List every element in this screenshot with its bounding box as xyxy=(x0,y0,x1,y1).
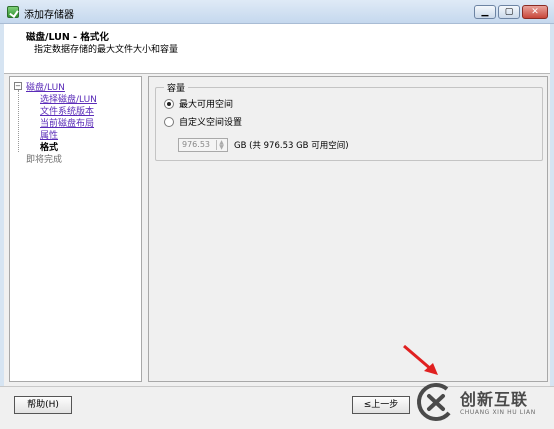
capacity-group: 容量 最大可用空间 自定义空间设置 976.53 ▲ ▼ GB (共 976.5… xyxy=(155,81,543,161)
back-button[interactable]: ≤上一步 xyxy=(352,396,410,414)
option-max-space[interactable]: 最大可用空间 xyxy=(164,97,233,110)
watermark-logo: 创新互联 CHUANG XIN HU LIAN xyxy=(416,378,554,428)
minimize-icon: ▁ xyxy=(481,7,489,17)
capacity-stepper[interactable]: 976.53 ▲ ▼ xyxy=(178,138,228,152)
window-title: 添加存储器 xyxy=(24,10,74,21)
help-button[interactable]: 帮助(H) xyxy=(14,396,72,414)
wizard-steps-pane: − 磁盘/LUN 选择磁盘/LUN 文件系统版本 当前磁盘布局 属性 格式 即将… xyxy=(9,76,142,382)
app-icon xyxy=(7,6,19,18)
wizard-header: 磁盘/LUN - 格式化 指定数据存储的最大文件大小和容量 xyxy=(4,24,550,74)
stepper-buttons[interactable]: ▲ ▼ xyxy=(216,140,226,151)
close-button[interactable]: ✕ xyxy=(522,5,548,19)
stepper-down-icon[interactable]: ▼ xyxy=(217,145,226,151)
format-pane: 容量 最大可用空间 自定义空间设置 976.53 ▲ ▼ GB (共 976.5… xyxy=(148,76,548,382)
page-subtitle: 指定数据存储的最大文件大小和容量 xyxy=(34,45,179,55)
logo-text-en: CHUANG XIN HU LIAN xyxy=(460,409,536,416)
nav-item-ready: 即将完成 xyxy=(26,155,63,165)
wizard-content: − 磁盘/LUN 选择磁盘/LUN 文件系统版本 当前磁盘布局 属性 格式 即将… xyxy=(4,74,550,386)
title-bar: 添加存储器 ▁ ▢ ✕ xyxy=(0,0,554,24)
minimize-button[interactable]: ▁ xyxy=(474,5,496,19)
close-icon: ✕ xyxy=(531,7,539,17)
option-max-label: 最大可用空间 xyxy=(179,100,234,110)
maximize-button[interactable]: ▢ xyxy=(498,5,520,19)
tree-connector xyxy=(18,90,19,152)
radio-max-space[interactable] xyxy=(164,98,174,109)
logo-text-cn: 创新互联 xyxy=(460,390,529,409)
capacity-available-hint: GB (共 976.53 GB 可用空间) xyxy=(234,141,349,151)
capacity-value: 976.53 xyxy=(182,140,210,149)
page-title: 磁盘/LUN - 格式化 xyxy=(26,32,109,43)
option-custom-space[interactable]: 自定义空间设置 xyxy=(164,115,242,128)
radio-custom-space[interactable] xyxy=(164,116,174,127)
capacity-legend: 容量 xyxy=(164,81,189,94)
option-custom-label: 自定义空间设置 xyxy=(179,118,243,128)
red-arrow-icon xyxy=(403,344,438,375)
maximize-icon: ▢ xyxy=(504,7,514,17)
logo-mark-icon xyxy=(417,383,455,421)
collapse-icon[interactable]: − xyxy=(14,82,22,90)
